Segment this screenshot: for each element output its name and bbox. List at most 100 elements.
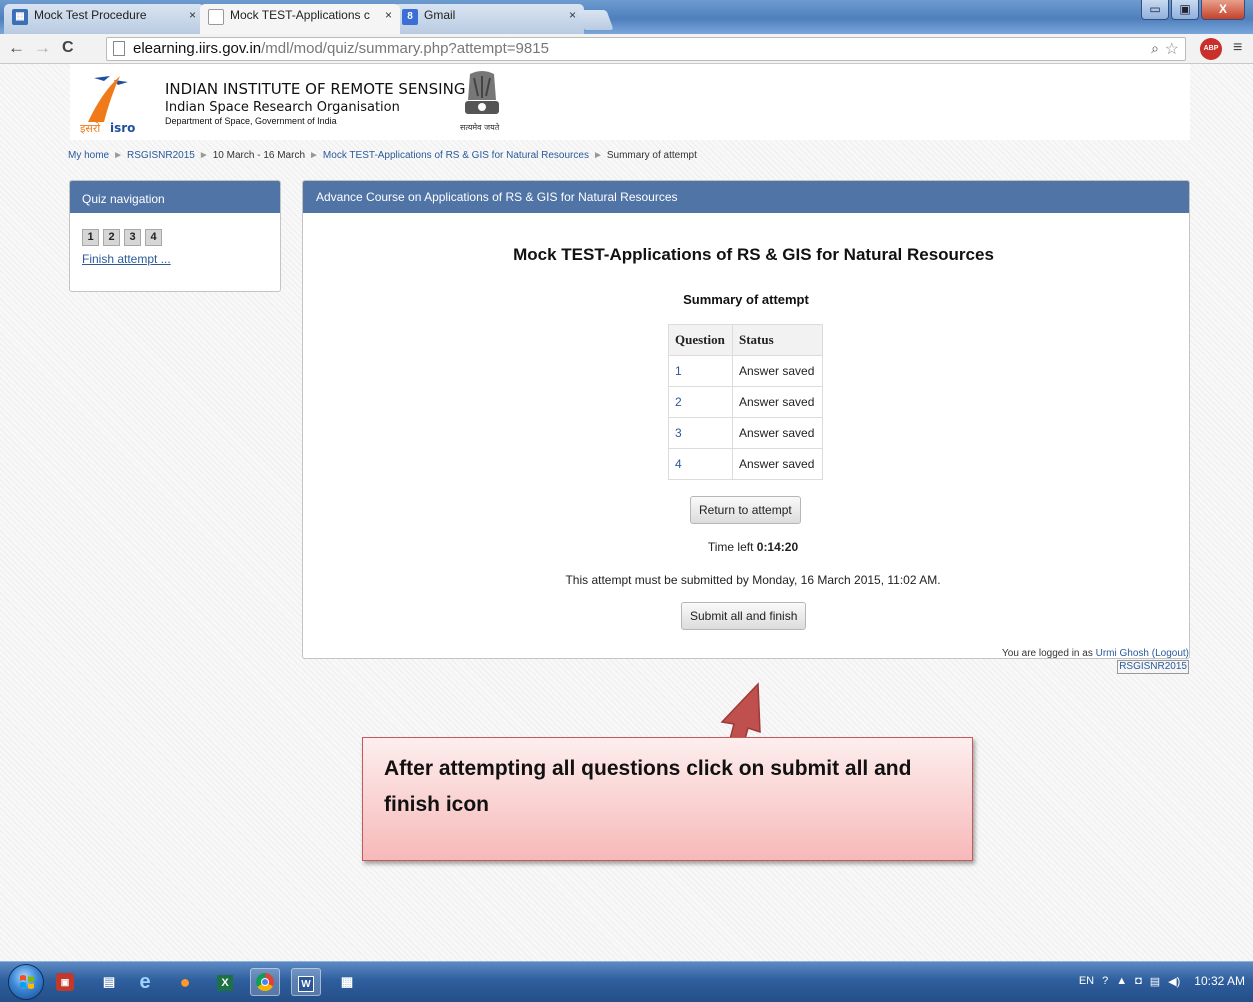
question-status: Answer saved: [732, 417, 823, 449]
close-icon[interactable]: ×: [569, 8, 576, 22]
quiz-navigation-heading: Quiz navigation: [70, 181, 280, 213]
bookmark-star-icon[interactable]: ☆: [1165, 39, 1179, 59]
breadcrumb-current: Summary of attempt: [606, 150, 697, 161]
table-icon: ▦: [12, 9, 28, 25]
google-icon: 8: [402, 9, 418, 25]
tab-title: Gmail: [424, 8, 456, 22]
breadcrumb-separator: ►: [113, 150, 124, 161]
logout-link[interactable]: (Logout): [1152, 648, 1189, 659]
question-status: Answer saved: [732, 386, 823, 418]
question-link[interactable]: 3: [668, 417, 733, 449]
quiz-title: Mock TEST-Applications of RS & GIS for N…: [513, 245, 994, 264]
submission-deadline: This attempt must be submitted by Monday…: [565, 573, 941, 587]
page-icon: [113, 41, 125, 56]
url-text[interactable]: elearning.iirs.gov.in/mdl/mod/quiz/summa…: [133, 40, 549, 57]
question-link[interactable]: 4: [668, 448, 733, 480]
institute-brand: INDIAN INSTITUTE OF REMOTE SENSING India…: [165, 80, 465, 126]
pdf-icon[interactable]: ▣: [56, 973, 74, 991]
show-hidden-icons[interactable]: ▲: [1116, 975, 1127, 987]
breadcrumb-quiz[interactable]: Mock TEST-Applications of RS & GIS for N…: [323, 150, 589, 161]
parent-organisation: Indian Space Research Organisation: [165, 100, 400, 115]
breadcrumb: My home ► RSGISNR2015 ► 10 March - 16 March ►…: [68, 150, 697, 161]
reload-icon[interactable]: C: [62, 39, 74, 57]
attempt-summary-table: Question Status 1 Answer saved 2 Answer …: [668, 324, 823, 480]
submit-all-and-finish-button[interactable]: Submit all and finish: [681, 602, 807, 630]
quiz-summary-block: Advance Course on Applications of RS & G…: [302, 180, 1190, 659]
tab-mock-test-procedure[interactable]: ▦ Mock Test Procedure ×: [4, 4, 204, 34]
chrome-icon[interactable]: [250, 968, 280, 996]
question-buttons: 1 2 3 4: [82, 229, 162, 246]
windows-taskbar: ▣ ▤ e ● X W ▦ EN ? ▲ ◘ ▤ ◀) 10:32 AM: [0, 961, 1253, 1002]
adblock-plus-icon[interactable]: ABP: [1200, 38, 1222, 60]
table-row: 3 Answer saved: [668, 417, 823, 449]
word-icon[interactable]: W: [291, 968, 321, 996]
browser-tab-strip: ▦ Mock Test Procedure × Mock TEST-Applic…: [0, 0, 1253, 34]
time-left-value: 0:14:20: [756, 540, 799, 554]
firefox-icon[interactable]: ●: [170, 968, 200, 996]
question-link[interactable]: 2: [668, 386, 733, 418]
breadcrumb-separator: ►: [309, 150, 319, 161]
folder-icon[interactable]: ▤: [94, 968, 124, 996]
system-tray: EN ? ▲ ◘ ▤ ◀) 10:32 AM: [1079, 974, 1245, 988]
excel-icon[interactable]: X: [210, 968, 240, 996]
breadcrumb-course[interactable]: RSGISNR2015: [127, 150, 195, 161]
new-tab-button[interactable]: [576, 10, 614, 30]
table-row: 2 Answer saved: [668, 386, 823, 418]
question-nav-button-3[interactable]: 3: [124, 229, 141, 246]
zoom-icon[interactable]: ⌕: [1151, 40, 1159, 57]
time-left: Time left 0:14:20: [303, 540, 1189, 554]
ie-icon[interactable]: e: [130, 968, 160, 996]
close-icon[interactable]: ×: [189, 8, 196, 22]
national-emblem: सत्यमेव जयते: [460, 71, 500, 132]
instruction-callout-text: After attempting all questions click on …: [384, 757, 912, 816]
address-bar[interactable]: elearning.iirs.gov.in/mdl/mod/quiz/summa…: [106, 37, 1186, 61]
finish-attempt-link[interactable]: Finish attempt ...: [82, 252, 171, 266]
breadcrumb-separator: ►: [592, 150, 603, 161]
clock[interactable]: 10:32 AM: [1194, 974, 1245, 988]
app-tray-icon[interactable]: ◘: [1135, 975, 1142, 987]
table-row: 1 Answer saved: [668, 355, 823, 387]
breadcrumb-my-home[interactable]: My home: [68, 150, 109, 161]
tab-title: Mock Test Procedure: [34, 8, 147, 22]
table-row: 4 Answer saved: [668, 448, 823, 480]
close-icon[interactable]: ×: [385, 8, 392, 22]
back-arrow-icon[interactable]: ←: [8, 38, 25, 58]
tab-title: Mock TEST-Applications c: [230, 8, 370, 22]
question-link[interactable]: 1: [668, 355, 733, 387]
isro-logo: इसरो isro: [80, 76, 135, 134]
login-prefix: You are logged in as: [1002, 648, 1093, 659]
page-content: इसरो isro INDIAN INSTITUTE OF REMOTE SEN…: [0, 64, 1253, 961]
question-nav-button-2[interactable]: 2: [103, 229, 120, 246]
course-heading: Advance Course on Applications of RS & G…: [303, 181, 1189, 213]
help-icon[interactable]: ?: [1102, 975, 1108, 987]
question-nav-button-4[interactable]: 4: [145, 229, 162, 246]
network-icon[interactable]: ▤: [1150, 975, 1160, 988]
institute-name: INDIAN INSTITUTE OF REMOTE SENSING: [165, 80, 466, 98]
question-status: Answer saved: [732, 448, 823, 480]
course-home-link[interactable]: RSGISNR2015: [1117, 660, 1189, 674]
close-window-icon[interactable]: X: [1201, 0, 1245, 20]
language-indicator[interactable]: EN: [1079, 975, 1094, 987]
question-status: Answer saved: [732, 355, 823, 387]
user-profile-link[interactable]: Urmi Ghosh: [1096, 648, 1149, 659]
start-button[interactable]: [8, 964, 44, 1000]
minimize-icon[interactable]: ▭: [1141, 0, 1169, 20]
breadcrumb-section: 10 March - 16 March: [212, 150, 306, 161]
instruction-callout: After attempting all questions click on …: [362, 737, 973, 861]
return-to-attempt-button[interactable]: Return to attempt: [690, 496, 801, 524]
isro-hindi-wordmark: इसरो: [80, 122, 100, 134]
column-header-status: Status: [732, 324, 823, 356]
url-path: /mdl/mod/quiz/summary.php?attempt=9815: [261, 40, 549, 57]
volume-icon[interactable]: ◀): [1168, 975, 1180, 988]
browser-toolbar: ← → C elearning.iirs.gov.in/mdl/mod/quiz…: [0, 34, 1253, 64]
column-header-question: Question: [668, 324, 733, 356]
forward-arrow-icon[interactable]: →: [34, 38, 51, 58]
chrome-menu-icon[interactable]: ≡: [1233, 39, 1242, 57]
question-nav-button-1[interactable]: 1: [82, 229, 99, 246]
explorer-icon[interactable]: ▦: [332, 968, 362, 996]
tab-mock-test-applications[interactable]: Mock TEST-Applications c ×: [200, 4, 400, 34]
emblem-motto: सत्यमेव जयते: [460, 122, 500, 132]
tab-gmail[interactable]: 8 Gmail ×: [394, 4, 584, 34]
breadcrumb-separator: ►: [198, 150, 209, 161]
maximize-icon[interactable]: ▣: [1171, 0, 1199, 20]
